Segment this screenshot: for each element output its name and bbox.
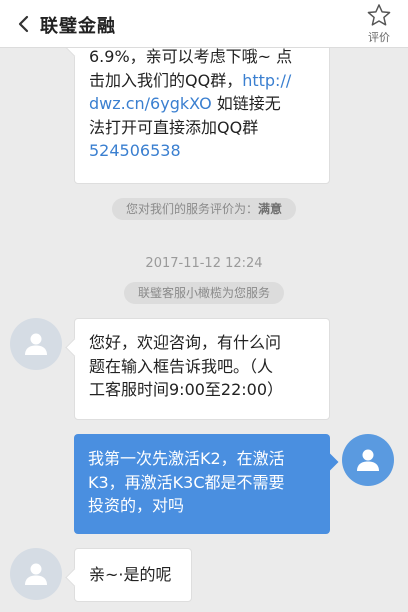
agent-avatar — [10, 318, 62, 370]
person-icon — [357, 449, 379, 471]
message-line: 投资的，对吗 — [88, 496, 185, 515]
agent-message-greeting: 您好，欢迎咨询，有什么问 题在输入框告诉我吧。（人 工客服时间9:00至22:0… — [74, 318, 330, 420]
chat-area[interactable]: 6.9%，亲可以考虑下哦~ 点 击加入我们的QQ群，http:// dwz.cn… — [0, 48, 408, 612]
agent-message-previous: 6.9%，亲可以考虑下哦~ 点 击加入我们的QQ群，http:// dwz.cn… — [74, 48, 330, 184]
person-icon — [25, 333, 47, 355]
message-line: 亲~·是的呢 — [89, 565, 172, 584]
qq-number-link[interactable]: 524506538 — [89, 139, 315, 163]
star-icon — [367, 4, 391, 26]
message-line: K3，再激活K3C都是不需要 — [88, 472, 285, 492]
message-line: 6.9%，亲可以考虑下哦~ 点 — [89, 48, 293, 66]
qq-group-link[interactable]: http:// — [242, 71, 291, 90]
message-line: 题在输入框告诉我吧。（人 — [89, 356, 274, 376]
message-text: 如链接无 — [211, 94, 281, 113]
message-line: 击加入我们的QQ群，http:// — [89, 69, 315, 93]
rating-notice-text: 您对我们的服务评价为： — [125, 202, 258, 216]
rate-label: 评价 — [368, 31, 390, 44]
message-text: 击加入我们的QQ群， — [89, 70, 243, 90]
service-notice: 联璧客服小橄榄为您服务 — [123, 282, 285, 304]
message-line: 我第一次先激活K2，在激活 — [88, 449, 285, 468]
message-line: 您好，欢迎咨询，有什么问 — [89, 333, 282, 352]
header-bar: 联璧金融 评价 — [0, 0, 408, 48]
rating-notice: 您对我们的服务评价为：满意 — [111, 198, 297, 220]
user-avatar — [342, 434, 394, 486]
qq-group-link[interactable]: dwz.cn/6ygkXO — [89, 94, 212, 113]
message-line: 法打开可直接添加QQ群 — [89, 117, 259, 137]
message-line: dwz.cn/6ygkXO 如链接无 — [89, 92, 315, 116]
message-timestamp: 2017-11-12 12:24 — [145, 256, 263, 271]
back-button[interactable] — [10, 10, 36, 38]
rating-value: 满意 — [258, 202, 283, 216]
agent-avatar — [10, 548, 62, 600]
person-icon — [25, 563, 47, 585]
user-message: 我第一次先激活K2，在激活 K3，再激活K3C都是不需要 投资的，对吗 — [74, 434, 330, 534]
rate-button[interactable]: 评价 — [362, 3, 396, 45]
chevron-left-icon — [18, 15, 29, 33]
agent-message-reply: 亲~·是的呢 — [74, 548, 192, 602]
message-line: 工客服时间9:00至22:00） — [89, 380, 284, 399]
page-title: 联璧金融 — [40, 16, 116, 37]
